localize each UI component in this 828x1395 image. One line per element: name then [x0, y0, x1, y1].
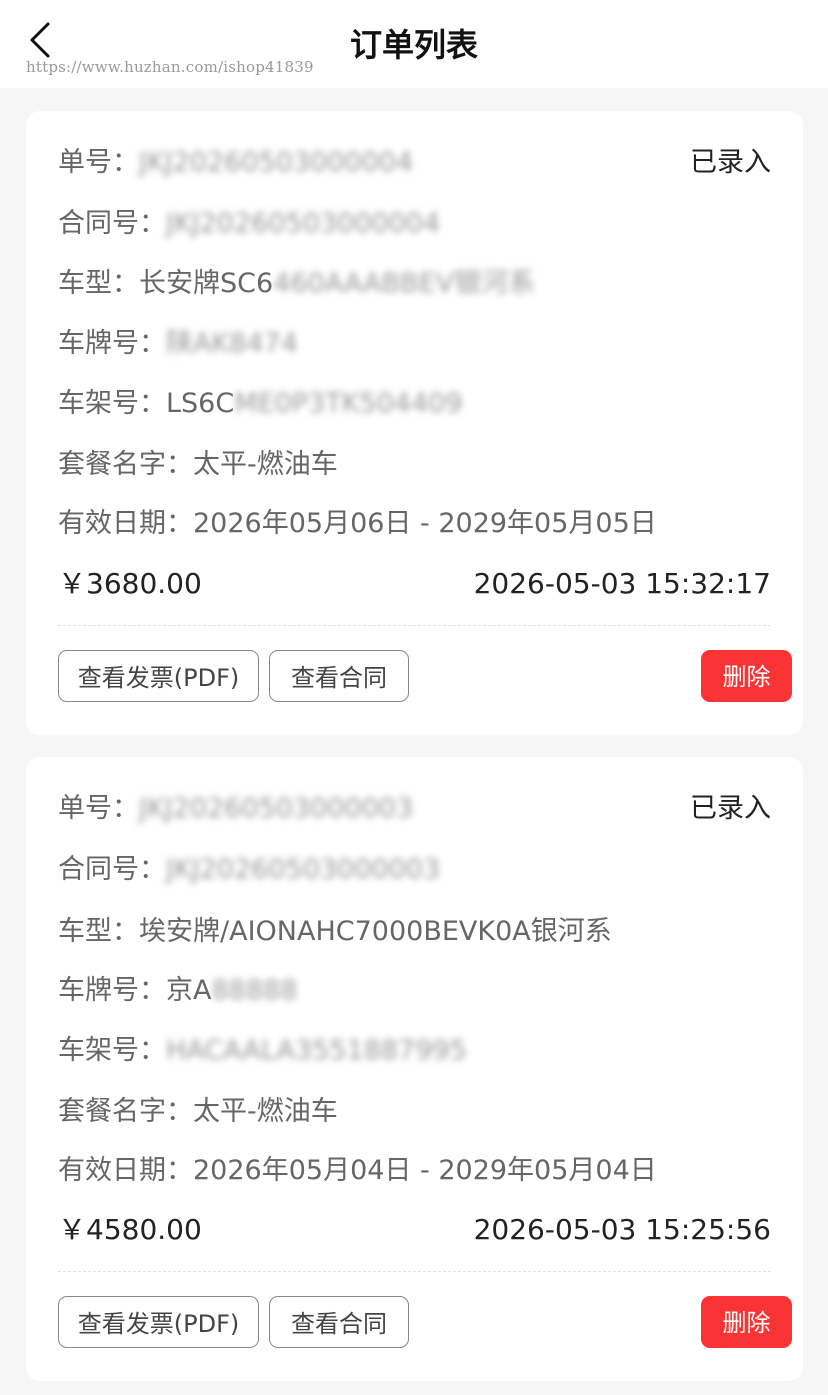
vin-row: 车架号：LS6CME0P3TK504409	[58, 384, 462, 424]
package-row: 套餐名字：太平-燃油车	[58, 445, 338, 485]
divider	[58, 1271, 771, 1272]
contract-no-label: 合同号：	[58, 854, 166, 885]
car-model-label: 车型：	[58, 268, 139, 299]
order-time: 2026-05-03 15:32:17	[473, 567, 771, 600]
status-badge: 已录入	[690, 793, 771, 824]
order-no-label: 单号：	[58, 147, 139, 178]
plate-no-value: 陕AK8474	[166, 328, 298, 359]
watermark: https://www.huzhan.com/ishop41839	[26, 58, 314, 76]
valid-period-value: 2026年05月06日 - 2029年05月05日	[193, 508, 657, 539]
package-label: 套餐名字：	[58, 1096, 193, 1127]
order-no-label: 单号：	[58, 793, 139, 824]
car-model-value-blurred: 460AAABBEV银河系	[273, 268, 536, 299]
delete-button[interactable]: 删除	[701, 1296, 792, 1348]
contract-no-value: JKJ20260503000004	[166, 208, 441, 239]
car-model-value: 长安牌SC6	[139, 268, 274, 299]
order-no-row: 单号：JKJ20260503000003	[58, 789, 413, 829]
plate-no-row: 车牌号：陕AK8474	[58, 324, 298, 364]
contract-no-row: 合同号：JKJ20260503000004	[58, 204, 440, 244]
delete-button[interactable]: 删除	[701, 650, 792, 702]
plate-no-value: 京A	[166, 975, 212, 1006]
valid-period-row: 有效日期：2026年05月06日 - 2029年05月05日	[58, 504, 657, 544]
package-value: 太平-燃油车	[193, 1096, 338, 1127]
vin-value-blurred: ME0P3TK504409	[234, 388, 463, 419]
status-badge: 已录入	[690, 147, 771, 178]
vin-label: 车架号：	[58, 1035, 166, 1066]
view-invoice-button[interactable]: 查看发票(PDF)	[58, 1296, 259, 1348]
order-price: ￥4580.00	[58, 1213, 202, 1246]
contract-no-label: 合同号：	[58, 208, 166, 239]
view-contract-button[interactable]: 查看合同	[269, 1296, 409, 1348]
view-contract-button[interactable]: 查看合同	[269, 650, 409, 702]
order-price: ￥3680.00	[58, 567, 202, 600]
contract-no-row: 合同号：JKJ20260503000003	[58, 850, 440, 890]
car-model-label: 车型：	[58, 916, 139, 947]
order-card: 单号：JKJ20260503000004 已录入 合同号：JKJ20260503…	[26, 111, 803, 735]
order-no-value: JKJ20260503000004	[139, 147, 414, 178]
order-time: 2026-05-03 15:25:56	[473, 1213, 771, 1246]
contract-no-value: JKJ20260503000003	[166, 854, 441, 885]
vin-value: LS6C	[166, 388, 235, 419]
valid-period-label: 有效日期：	[58, 1155, 193, 1186]
valid-period-row: 有效日期：2026年05月04日 - 2029年05月04日	[58, 1151, 657, 1191]
view-invoice-button[interactable]: 查看发票(PDF)	[58, 650, 259, 702]
divider	[58, 625, 771, 626]
package-label: 套餐名字：	[58, 449, 193, 480]
car-model-value: 埃安牌/AIONAHC7000BEVK0A银河系	[139, 916, 612, 947]
plate-no-value-blurred: 88888	[211, 975, 298, 1006]
vin-label: 车架号：	[58, 388, 166, 419]
vin-value-blurred: HACAALA3551887995	[166, 1035, 467, 1066]
valid-period-label: 有效日期：	[58, 508, 193, 539]
plate-no-label: 车牌号：	[58, 328, 166, 359]
plate-no-label: 车牌号：	[58, 975, 166, 1006]
plate-no-row: 车牌号：京A88888	[58, 971, 297, 1011]
order-no-value: JKJ20260503000003	[139, 793, 414, 824]
top-bar: 订单列表 https://www.huzhan.com/ishop41839	[0, 0, 828, 88]
valid-period-value: 2026年05月04日 - 2029年05月04日	[193, 1155, 657, 1186]
vin-row: 车架号：HACAALA3551887995	[58, 1031, 467, 1071]
package-value: 太平-燃油车	[193, 449, 338, 480]
order-no-row: 单号：JKJ20260503000004	[58, 143, 413, 183]
car-model-row: 车型：长安牌SC6460AAABBEV银河系	[58, 264, 535, 304]
car-model-row: 车型：埃安牌/AIONAHC7000BEVK0A银河系	[58, 912, 612, 952]
order-card: 单号：JKJ20260503000003 已录入 合同号：JKJ20260503…	[26, 757, 803, 1381]
package-row: 套餐名字：太平-燃油车	[58, 1092, 338, 1132]
